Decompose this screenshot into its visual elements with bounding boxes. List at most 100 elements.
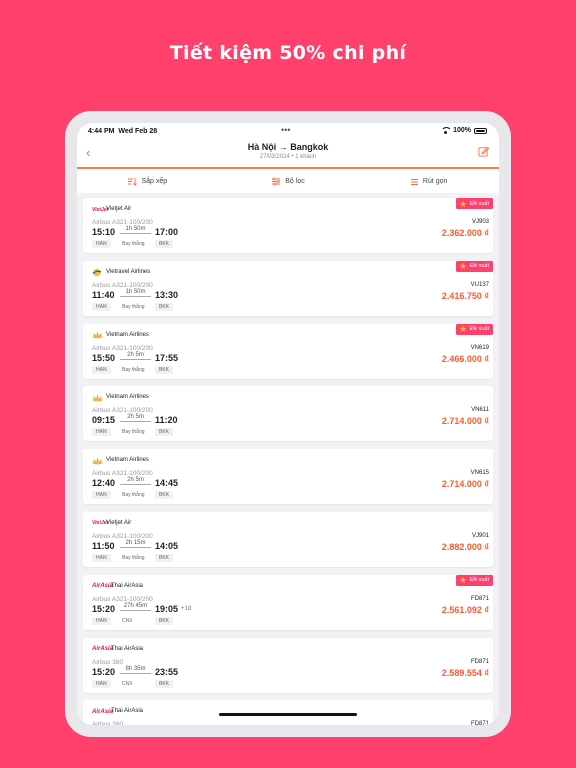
wifi-icon <box>441 127 451 134</box>
flight-code: VJ903 <box>471 219 489 225</box>
filter-icon <box>272 177 281 186</box>
flight-code: VN615 <box>470 470 489 477</box>
airline-logo: AirAsia <box>92 582 113 591</box>
flight-code: VN619 <box>470 344 489 351</box>
aircraft-type: Airbus A321-100/200 <box>92 344 153 352</box>
stop-info: CNX <box>122 617 133 624</box>
stop-info: Bay thẳng <box>122 366 145 373</box>
day-offset: +1d <box>181 605 192 612</box>
collapse-button[interactable]: Rút gọn <box>358 171 499 192</box>
flight-duration: 1h 50m <box>120 289 151 297</box>
arrival-time: 11:20 <box>155 415 178 426</box>
flight-code: FD871 <box>470 721 489 725</box>
nav-bar: ‹ Hà Nội → Bangkok 27/03/2024 • 1 khách <box>77 139 499 169</box>
destination-code: BKK <box>155 240 174 248</box>
flight-card[interactable]: AirAsia Thai AirAsia Airbus 380 15:20 8h… <box>83 637 493 693</box>
sort-button[interactable]: Sắp xếp <box>77 171 218 192</box>
destination-code: BKK <box>155 365 174 374</box>
star-icon: ★ <box>459 324 468 335</box>
airasia-logo-icon: AirAsia <box>92 583 114 590</box>
departure-time: 12:40 <box>92 478 116 489</box>
flight-card[interactable]: Vietnam Airlines Airbus A321-100/200 15:… <box>83 323 493 379</box>
airline-name: Vietnam Airlines <box>106 457 149 464</box>
multitask-dots-icon[interactable]: ••• <box>281 125 290 135</box>
stop-info: Bay thẳng <box>122 429 145 436</box>
aircraft-type: Airbus A321-100/200 <box>92 595 153 603</box>
flight-duration: 2h 5m <box>120 414 151 423</box>
flight-list[interactable]: VietJet Vietjet Air Airbus A321-100/200 … <box>77 193 499 725</box>
stop-info: CNX <box>122 680 133 687</box>
airline-logo: AirAsia <box>92 645 113 654</box>
sort-icon <box>128 178 138 186</box>
destination-code: BKK <box>155 491 174 500</box>
airline-logo <box>92 268 102 277</box>
badge-label: Đề xuất <box>470 577 489 584</box>
flight-duration: 2h 15m <box>120 540 151 548</box>
airline-name: Thai AirAsia <box>111 645 144 652</box>
filter-bar: Sắp xếp Bộ lọc Rút gọn <box>77 171 499 192</box>
battery-percent: 100% <box>453 127 471 134</box>
stop-info: Bay thẳng <box>122 241 145 247</box>
route-subtitle: 27/03/2024 • 1 khách <box>259 154 317 160</box>
flight-price: 2.714.000 ₫ <box>441 479 489 490</box>
recommended-badge: ★ Đề xuất <box>456 260 493 272</box>
airline-logo <box>92 456 103 465</box>
flight-card[interactable]: Vietnam Airlines Airbus A321-100/200 09:… <box>83 386 493 442</box>
tablet-frame: 4:44 PM Wed Feb 28 ••• 100% ‹ Hà Nội → B… <box>65 111 511 737</box>
aircraft-type: Airbus A321-100/200 <box>92 470 153 478</box>
lotus-logo-icon <box>92 394 103 402</box>
origin-code: HAN <box>92 428 111 437</box>
flight-code: VU137 <box>470 281 489 288</box>
origin-code: HAN <box>92 302 111 311</box>
filter-label: Bộ lọc <box>285 178 305 185</box>
destination-code: BKK <box>155 302 174 311</box>
airline-name: Thai AirAsia <box>111 582 144 589</box>
origin-code: HAN <box>92 365 111 374</box>
flight-duration: 8h 35m <box>120 666 151 674</box>
recommended-badge: ★ Đề xuất <box>456 323 493 335</box>
vietravel-logo-icon <box>92 268 102 277</box>
arrival-time: 14:05 <box>155 540 179 551</box>
home-indicator[interactable] <box>219 713 357 716</box>
departure-time: 15:20 <box>92 603 116 614</box>
destination-code: BKK <box>155 428 174 437</box>
airline-logo: AirAsia <box>92 707 113 716</box>
filter-button[interactable]: Bộ lọc <box>218 171 359 192</box>
origin-code: HAN <box>92 553 111 562</box>
airline-name: Vietjet Air <box>106 206 132 212</box>
airline-logo <box>92 393 103 402</box>
flight-code: FD871 <box>470 595 489 602</box>
star-icon: ★ <box>459 198 468 209</box>
edit-icon[interactable] <box>478 146 489 157</box>
departure-time: 11:50 <box>92 540 115 551</box>
headline: Tiết kiệm 50% chi phí <box>169 42 407 64</box>
departure-time: 09:15 <box>92 415 116 426</box>
airline-name: Vietjet Air <box>106 519 132 526</box>
aircraft-type: Airbus A321-100/200 <box>92 219 153 226</box>
stop-info: Bay thẳng <box>122 554 145 561</box>
flight-price: 2.561.092 ₫ <box>441 604 489 615</box>
destination-code: BKK <box>155 553 174 562</box>
airasia-logo-icon: AirAsia <box>92 708 114 715</box>
aircraft-type: Airbus A321-100/200 <box>92 407 153 415</box>
flight-card[interactable]: AirAsia Thai AirAsia Airbus A321-100/200… <box>83 574 493 630</box>
flight-code: VJ901 <box>471 532 489 539</box>
aircraft-type: Airbus A321-100/200 <box>92 281 153 289</box>
aircraft-type: Airbus A321-100/200 <box>92 532 153 540</box>
arrival-time: 14:45 <box>155 478 179 489</box>
flight-duration: 27h 45m <box>120 603 151 611</box>
aircraft-type: Airbus 380 <box>92 658 124 666</box>
flight-card[interactable]: VietJet Vietjet Air Airbus A321-100/200 … <box>83 198 493 253</box>
aircraft-type: Airbus 380 <box>92 721 124 725</box>
flight-card[interactable]: Vietravel Airlines Airbus A321-100/200 1… <box>83 260 493 316</box>
arrival-time: 23:55 <box>155 666 179 677</box>
badge-label: Đề xuất <box>470 326 489 333</box>
route-title: Hà Nội → Bangkok <box>247 142 329 152</box>
flight-price: 2.882.000 ₫ <box>441 541 489 552</box>
flight-card[interactable]: VietJet Vietjet Air Airbus A321-100/200 … <box>83 511 493 567</box>
flight-code: VN611 <box>471 407 489 414</box>
flight-duration: 2h 5m <box>120 352 151 360</box>
flight-card[interactable]: Vietnam Airlines Airbus A321-100/200 12:… <box>83 449 493 505</box>
badge-label: Đề xuất <box>470 200 489 207</box>
stop-info: Bay thẳng <box>122 492 145 499</box>
